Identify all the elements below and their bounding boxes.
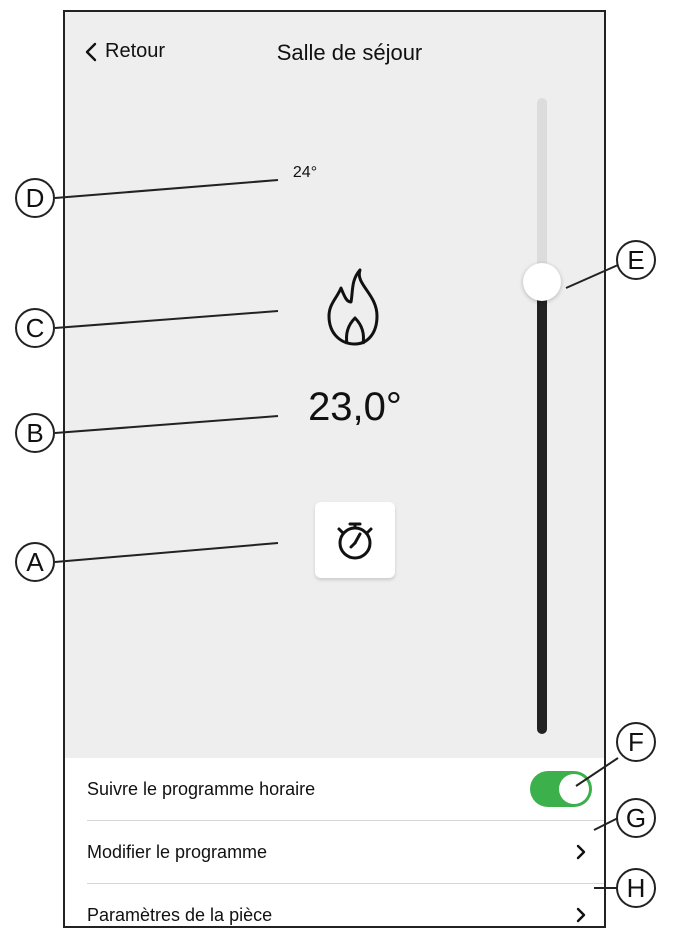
callout-d: D [15, 178, 55, 218]
callout-h: H [616, 868, 656, 908]
callout-b: B [15, 413, 55, 453]
callout-lines [54, 179, 619, 889]
callout-a: A [15, 542, 55, 582]
callout-g: G [616, 798, 656, 838]
callout-f: F [616, 722, 656, 762]
callout-c: C [15, 308, 55, 348]
callout-e: E [616, 240, 656, 280]
